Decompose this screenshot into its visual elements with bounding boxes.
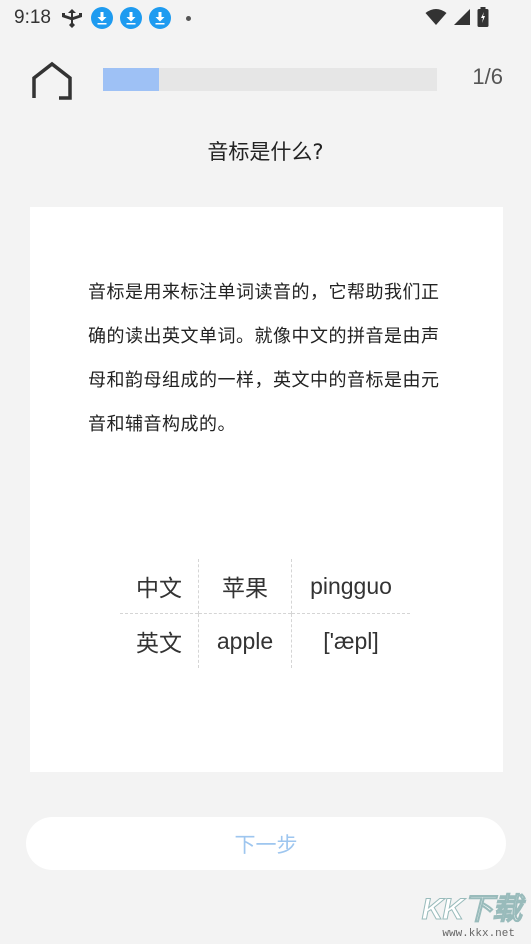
dot-icon — [186, 15, 191, 21]
watermark-logo: KK下载 — [421, 893, 522, 927]
content-card: 音标是用来标注单词读音的，它帮助我们正确的读出英文单词。就像中文的拼音是由声母和… — [30, 207, 503, 772]
watermark: KK下载 www.kkx.net — [391, 884, 522, 944]
table-cell: ['æpl] — [291, 613, 410, 668]
wifi-icon — [425, 9, 447, 25]
status-icons-right — [425, 7, 489, 27]
card-text: 音标是用来标注单词读音的，它帮助我们正确的读出英文单词。就像中文的拼音是由声母和… — [88, 282, 440, 435]
progress-fill — [103, 68, 159, 91]
status-icons-left — [60, 7, 191, 29]
example-table: 中文 苹果 pingguo 英文 apple ['æpl] — [120, 559, 410, 668]
table-cell: 英文 — [120, 613, 199, 668]
question-title: 音标是什么? — [207, 140, 324, 164]
table-cell: apple — [198, 613, 292, 668]
download-icon — [91, 7, 113, 29]
next-button[interactable]: 下一步 — [26, 817, 506, 870]
progress-bar — [103, 68, 437, 91]
battery-icon — [477, 7, 489, 27]
table-cell: pingguo — [291, 559, 410, 614]
progress-text: 1/6 — [472, 64, 503, 89]
download-icon — [120, 7, 142, 29]
status-bar: 9:18 — [0, 0, 531, 36]
signal-icon — [454, 9, 470, 25]
usb-icon — [62, 9, 82, 28]
table-cell: 中文 — [136, 575, 182, 601]
table-row: 英文 apple ['æpl] — [120, 613, 410, 668]
watermark-url: www.kkx.net — [442, 928, 515, 940]
home-button[interactable] — [30, 60, 74, 102]
table-cell: 苹果 — [198, 559, 292, 614]
table-row: 中文 苹果 pingguo — [120, 559, 410, 614]
home-icon — [32, 61, 72, 100]
download-icon — [149, 7, 171, 29]
status-time: 9:18 — [14, 7, 51, 28]
